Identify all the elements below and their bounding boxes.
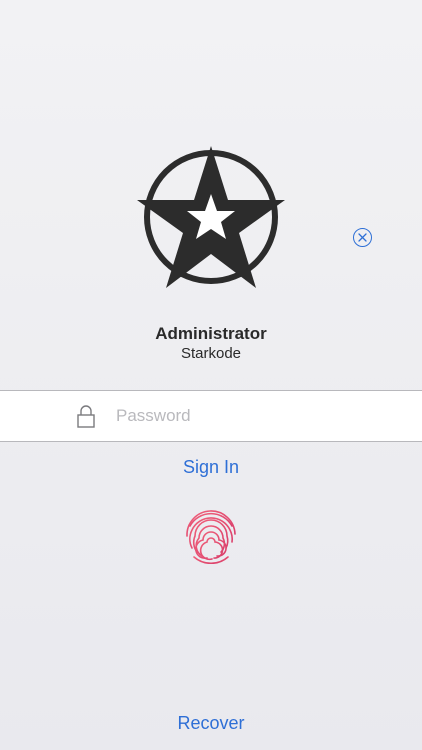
close-icon[interactable]: [353, 228, 372, 247]
star-logo-icon: [131, 142, 291, 302]
lock-icon: [77, 405, 95, 428]
sign-in-button[interactable]: Sign In: [0, 457, 422, 478]
recover-button[interactable]: Recover: [0, 713, 422, 734]
user-name: Administrator: [155, 324, 267, 343]
organization-name: Starkode: [180, 345, 242, 362]
fingerprint-icon[interactable]: [182, 506, 240, 565]
password-field-row: [0, 390, 422, 442]
password-input[interactable]: [116, 403, 376, 429]
